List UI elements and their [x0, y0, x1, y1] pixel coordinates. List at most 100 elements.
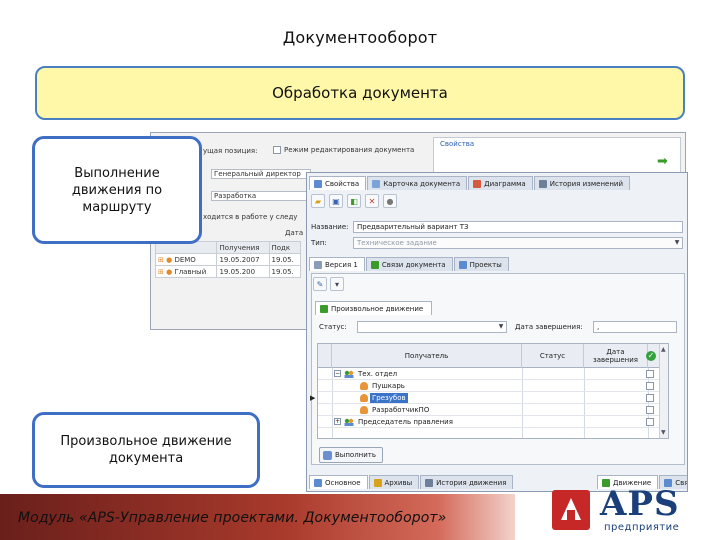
- group-icon: [344, 370, 354, 378]
- card-icon: [372, 179, 381, 188]
- logo-word: APS: [600, 484, 680, 524]
- type-field[interactable]: Техническое задание ▼: [353, 237, 683, 249]
- tab-properties[interactable]: Свойства: [309, 176, 367, 190]
- chevron-down-icon[interactable]: ▼: [497, 323, 505, 331]
- footer-caption: Модуль «APS-Управление проектами. Докуме…: [18, 510, 447, 526]
- history-icon: [425, 478, 434, 487]
- main-tabs: Свойства Карточка документа Диаграмма Ис…: [309, 176, 631, 190]
- table-row[interactable]: ⊞ ● Главный 19.05.200 19.05.: [154, 265, 302, 278]
- edit-icon[interactable]: ✎: [313, 277, 327, 291]
- section-banner: Обработка документа: [35, 66, 685, 120]
- save-icon[interactable]: ▣: [329, 194, 343, 208]
- links-icon: [370, 260, 379, 269]
- bg-field-director[interactable]: Генеральный директор: [211, 169, 311, 179]
- grid-header-status[interactable]: Статус: [522, 344, 584, 368]
- table-row[interactable]: ⊞ ● DEMO 19.05.2007 19.05.: [154, 253, 302, 266]
- bg-cell: ⊞ ● DEMO: [154, 253, 218, 266]
- tab-free-movement[interactable]: Произвольное движение: [315, 301, 433, 315]
- projects-icon: [458, 260, 467, 269]
- bg-table: Получения Подк ⊞ ● DEMO 19.05.2007 19.05…: [154, 241, 302, 278]
- dropdown-icon[interactable]: ▾: [330, 277, 344, 291]
- banner-label: Обработка документа: [272, 84, 448, 102]
- name-field[interactable]: Предварительный вариант ТЗ: [353, 221, 683, 233]
- main-toolbar: ▰ ▣ ◧ ✕ ●: [311, 193, 397, 209]
- person-icon: [360, 406, 368, 414]
- execute-button[interactable]: Выполнить: [319, 447, 383, 463]
- type-value: Техническое задание: [357, 239, 437, 247]
- type-label: Тип:: [311, 239, 327, 247]
- due-date-field[interactable]: ,: [593, 321, 677, 333]
- collapse-icon[interactable]: −: [334, 370, 341, 377]
- status-label: Статус:: [319, 323, 347, 331]
- bg-work-label: ходится в работе у следу: [203, 213, 298, 221]
- version-icon: [314, 260, 322, 269]
- bg-date-col-label: Дата: [285, 229, 304, 237]
- bg-field-development[interactable]: Разработка: [211, 191, 311, 201]
- tab-history[interactable]: История изменений: [533, 176, 631, 190]
- status-field[interactable]: ▼: [357, 321, 507, 333]
- grid-header-due-date[interactable]: Дата завершения: [584, 344, 648, 368]
- table-row[interactable]: РазработчикПО: [318, 404, 668, 416]
- row-checkbox[interactable]: [646, 370, 654, 378]
- recipient-name: Пушкарь: [372, 382, 405, 390]
- tab-document-links[interactable]: Связи документа: [365, 257, 453, 271]
- disk-icon[interactable]: ●: [383, 194, 397, 208]
- tab-version-1[interactable]: Версия 1: [309, 257, 365, 271]
- grid-scrollbar[interactable]: ▲ ▼: [659, 344, 668, 438]
- callout-free-movement: Произвольное движение документа: [32, 412, 260, 488]
- edit-mode-checkbox-row[interactable]: Режим редактирования документа: [273, 146, 414, 154]
- delete-icon[interactable]: ✕: [365, 194, 379, 208]
- scroll-up-icon[interactable]: ▲: [661, 346, 666, 353]
- table-row[interactable]: Пушкарь: [318, 380, 668, 392]
- edit-mode-checkbox[interactable]: [273, 146, 281, 154]
- bg-cell: 19.05.2007: [216, 253, 270, 266]
- row-checkbox[interactable]: [646, 406, 654, 414]
- main-icon: [314, 478, 322, 487]
- export-icon[interactable]: ◧: [347, 194, 361, 208]
- row-checkbox[interactable]: [646, 394, 654, 402]
- scroll-down-icon[interactable]: ▼: [661, 429, 666, 436]
- tab-main[interactable]: Основное: [309, 475, 368, 489]
- chevron-down-icon[interactable]: ▼: [673, 239, 681, 247]
- movement-icon: [320, 304, 328, 313]
- bg-cell: ⊞ ● Главный: [154, 265, 218, 278]
- recipient-name: Председатель правления: [358, 418, 453, 426]
- tab-document-card[interactable]: Карточка документа: [367, 176, 468, 190]
- version-toolbar: ✎ ▾: [313, 277, 344, 291]
- current-position-label: ущая позиция:: [203, 147, 258, 155]
- tab-movement-history[interactable]: История движения: [420, 475, 514, 489]
- tab-projects[interactable]: Проекты: [453, 257, 509, 271]
- recipients-grid: Получатель Статус Дата завершения ✓ − Те…: [310, 343, 669, 439]
- check-all-icon[interactable]: ✓: [646, 351, 656, 361]
- forward-arrow-icon[interactable]: ➡: [657, 155, 673, 169]
- document-window: Свойства Карточка документа Диаграмма Ис…: [306, 172, 688, 492]
- aps-logo-mark-icon: [552, 490, 590, 530]
- bg-cell: 19.05.200: [216, 265, 270, 278]
- table-row[interactable]: ▶ Грезубов: [310, 392, 668, 404]
- group-icon: [344, 418, 354, 426]
- recipient-name: Грезубов: [370, 393, 408, 403]
- row-checkbox[interactable]: [646, 382, 654, 390]
- open-folder-icon[interactable]: ▰: [311, 194, 325, 208]
- sub-tabs: Версия 1 Связи документа Проекты: [309, 257, 510, 271]
- bg-cell: 19.05.: [268, 253, 302, 266]
- tab-archives[interactable]: Архивы: [368, 475, 420, 489]
- row-checkbox[interactable]: [646, 418, 654, 426]
- tab-diagram[interactable]: Диаграмма: [468, 176, 533, 190]
- execute-icon: [323, 450, 332, 460]
- bg-properties-title: Свойства: [440, 140, 475, 148]
- bg-table-header: Подк: [268, 241, 302, 254]
- current-row-arrow-icon: ▶: [310, 394, 316, 402]
- callout-route-text: Выполнение движения по маршруту: [71, 165, 163, 215]
- expand-icon[interactable]: +: [334, 418, 341, 425]
- edit-mode-label: Режим редактирования документа: [284, 146, 415, 154]
- grid-header-recipient[interactable]: Получатель: [332, 344, 522, 368]
- person-icon: [360, 394, 368, 402]
- name-label: Название:: [311, 223, 349, 231]
- table-row[interactable]: + Председатель правления: [318, 416, 668, 428]
- table-row[interactable]: − Тех. отдел: [318, 368, 668, 380]
- diagram-icon: [473, 179, 482, 188]
- properties-icon: [314, 179, 322, 188]
- aps-logo: APS предприятие: [548, 484, 708, 536]
- bottom-tabs: Основное Архивы История движения: [309, 475, 514, 489]
